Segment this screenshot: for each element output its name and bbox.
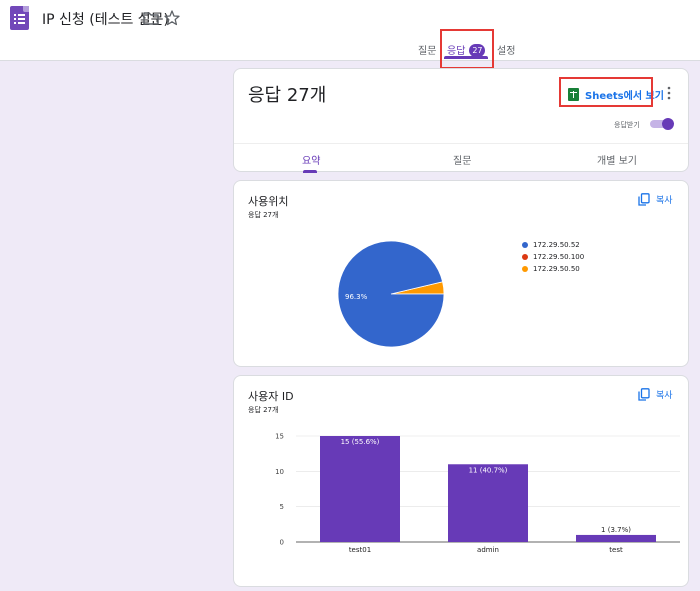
pie-legend: 172.29.50.52 172.29.50.100 172.29.50.50 bbox=[522, 239, 584, 275]
response-view-tabs: 요약 질문 개별 보기 bbox=[234, 143, 688, 174]
active-subtab-indicator bbox=[303, 170, 317, 173]
bar-test[interactable] bbox=[576, 534, 656, 542]
x-tick-label: test01 bbox=[349, 546, 371, 554]
y-tick-label: 5 bbox=[280, 503, 284, 511]
star-icon[interactable] bbox=[163, 9, 181, 27]
folder-icon[interactable] bbox=[142, 9, 160, 27]
y-tick-label: 0 bbox=[280, 539, 284, 547]
bar-data-label: 11 (40.7%) bbox=[469, 466, 508, 474]
tab-summary[interactable]: 요약 bbox=[302, 152, 320, 167]
legend-label: 172.29.50.100 bbox=[533, 253, 585, 261]
tab-settings[interactable]: 설정 bbox=[497, 42, 515, 57]
pie-chart: 96.3% bbox=[337, 240, 445, 348]
legend-item: 172.29.50.50 bbox=[522, 263, 584, 275]
x-tick-label: admin bbox=[477, 546, 499, 554]
form-tabs: 질문 응답 27 설정 bbox=[0, 38, 700, 60]
legend-label: 172.29.50.50 bbox=[533, 265, 580, 273]
accepting-responses-toggle[interactable] bbox=[650, 118, 674, 130]
tab-individual[interactable]: 개별 보기 bbox=[597, 152, 637, 167]
bar-admin[interactable] bbox=[448, 464, 528, 542]
legend-item: 172.29.50.100 bbox=[522, 251, 584, 263]
legend-label: 172.29.50.52 bbox=[533, 241, 580, 249]
legend-dot bbox=[522, 242, 528, 248]
legend-dot bbox=[522, 254, 528, 260]
x-tick-label: test bbox=[609, 546, 623, 554]
question-card-user-id: 사용자 ID 응답 27개 복사 15 10 5 0 15 (55.6%) test01 1… bbox=[233, 375, 689, 587]
top-bar: IP 신청 (테스트 설문) 질문 응답 27 설정 bbox=[0, 0, 700, 61]
bar-test01[interactable] bbox=[320, 436, 400, 542]
accepting-responses-label: 응답받기 bbox=[614, 121, 640, 129]
bar-data-label: 15 (55.6%) bbox=[341, 438, 380, 446]
bar-data-label: 1 (3.7%) bbox=[601, 526, 631, 534]
tab-question[interactable]: 질문 bbox=[453, 152, 471, 167]
question-card-location: 사용위치 응답 27개 복사 96.3% 172.29.50.52 172.29.… bbox=[233, 180, 689, 367]
more-options-icon[interactable] bbox=[664, 85, 674, 101]
highlight-box-sheets-button bbox=[559, 77, 653, 107]
legend-item: 172.29.50.52 bbox=[522, 239, 584, 251]
pie-slice-label: 96.3% bbox=[345, 293, 368, 301]
google-forms-logo-icon[interactable] bbox=[10, 6, 29, 30]
legend-dot bbox=[522, 266, 528, 272]
highlight-box-responses-tab bbox=[440, 29, 494, 69]
response-count-title: 응답 27개 bbox=[248, 85, 327, 106]
y-tick-label: 15 bbox=[275, 433, 284, 441]
y-tick-label: 10 bbox=[275, 468, 284, 476]
tab-questions[interactable]: 질문 bbox=[418, 42, 436, 57]
bar-chart: 15 10 5 0 15 (55.6%) test01 11 (40.7%) admin 1 (… bbox=[275, 433, 680, 554]
